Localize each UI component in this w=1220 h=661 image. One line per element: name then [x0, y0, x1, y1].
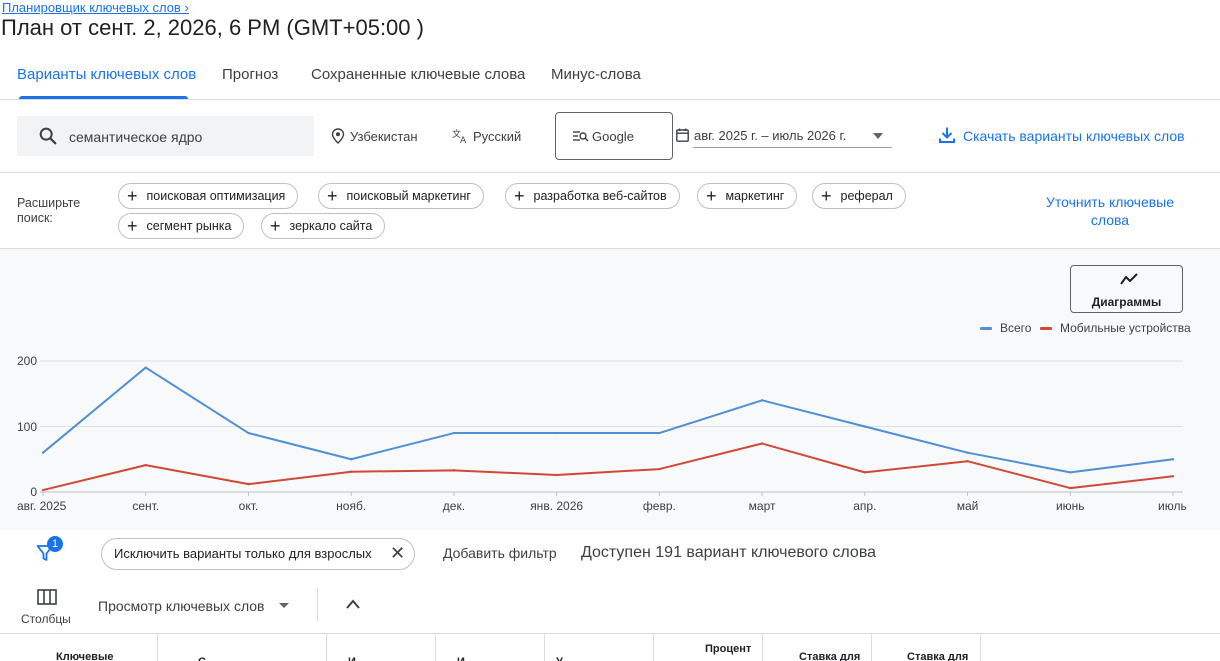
column-divider	[762, 634, 763, 661]
data-point-total[interactable]	[760, 399, 764, 402]
add-filter-button[interactable]: Добавить фильтр	[443, 545, 557, 561]
x-tick-label: янв. 2026	[530, 499, 584, 513]
data-point-mobile[interactable]	[863, 471, 867, 474]
column-divider	[980, 634, 981, 661]
columns-button[interactable]: Столбцы	[21, 612, 71, 626]
available-keywords-count: Доступен 191 вариант ключевого слова	[581, 544, 877, 561]
x-tick-label: июнь	[1055, 499, 1085, 513]
series-line-total[interactable]	[42, 366, 1174, 474]
data-point-total[interactable]	[863, 425, 867, 428]
data-point-total[interactable]	[1171, 458, 1175, 461]
x-tick-label: апр.	[853, 499, 877, 513]
data-point-mobile[interactable]	[1171, 475, 1175, 478]
keyword-planner-page: Планировщик ключевых слов › План от сент…	[0, 0, 1220, 661]
data-point-mobile[interactable]	[1069, 486, 1072, 490]
x-tick-label: дек.	[442, 499, 466, 513]
data-point-total[interactable]	[452, 431, 456, 435]
x-tick-label: февр.	[642, 499, 676, 513]
data-point-mobile[interactable]	[144, 463, 147, 467]
chevron-up-icon[interactable]	[345, 598, 361, 610]
toolbar-divider	[317, 588, 318, 622]
data-point-total[interactable]	[144, 366, 147, 369]
data-point-mobile[interactable]	[658, 467, 661, 471]
data-point-total[interactable]	[1069, 471, 1072, 474]
keyword-view-selector[interactable]: Просмотр ключевых слов	[98, 598, 265, 614]
column-divider	[653, 634, 654, 661]
data-point-mobile[interactable]	[966, 460, 969, 463]
data-point-mobile[interactable]	[452, 469, 456, 472]
data-point-mobile[interactable]	[349, 470, 353, 473]
column-divider	[871, 634, 872, 661]
column-header-bid-high[interactable]: Ставка для	[907, 651, 968, 661]
filter-count-badge: 1	[47, 536, 63, 552]
column-header-keyword[interactable]: Ключевые	[56, 651, 113, 661]
data-point-mobile[interactable]	[247, 482, 250, 486]
x-tick-label: окт.	[238, 499, 259, 513]
x-tick-label: нояб.	[336, 499, 367, 513]
column-divider	[435, 634, 436, 661]
data-point-total[interactable]	[966, 451, 969, 454]
column-header[interactable]: И	[457, 656, 465, 661]
data-point-mobile[interactable]	[760, 442, 764, 445]
data-point-total[interactable]	[41, 451, 45, 454]
data-point-mobile[interactable]	[555, 473, 558, 477]
x-tick-label: сент.	[132, 499, 160, 513]
x-tick-label: июль	[1158, 499, 1187, 513]
adult-filter-label[interactable]: Исключить варианты только для взрослых	[114, 546, 372, 561]
data-point-total[interactable]	[247, 431, 250, 435]
x-tick-label: март	[748, 499, 776, 513]
column-divider	[157, 634, 158, 661]
chevron-down-icon[interactable]	[279, 603, 289, 608]
data-point-total[interactable]	[349, 458, 353, 461]
column-header[interactable]: И	[348, 656, 356, 661]
data-point-mobile[interactable]	[41, 488, 45, 492]
close-icon[interactable]: ✕	[390, 544, 405, 562]
x-tick-label: май	[956, 499, 979, 513]
series-line-mobile[interactable]	[42, 442, 1174, 492]
column-header[interactable]: С	[198, 656, 206, 661]
column-divider	[326, 634, 327, 661]
column-header[interactable]: У	[556, 656, 563, 661]
data-point-total[interactable]	[555, 431, 558, 435]
column-divider	[544, 634, 545, 661]
columns-icon[interactable]	[37, 589, 57, 605]
column-header-bid-low[interactable]: Ставка для	[799, 651, 860, 661]
table-header-border	[0, 633, 1220, 634]
x-tick-label: авг. 2025	[17, 499, 67, 513]
column-header-percent[interactable]: Процент	[705, 643, 751, 656]
data-point-total[interactable]	[658, 431, 661, 435]
